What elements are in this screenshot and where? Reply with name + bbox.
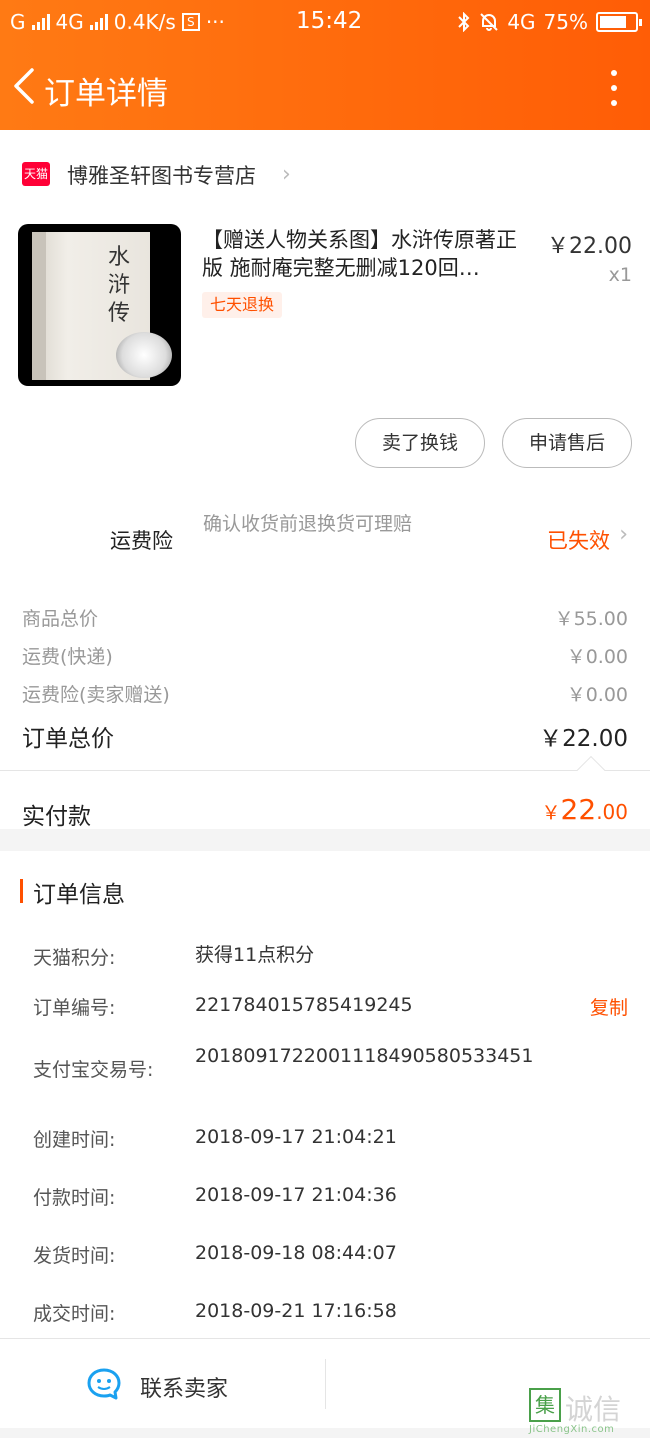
product-image[interactable]: 水浒传: [18, 224, 181, 386]
nav-bar: 订单详情: [0, 44, 650, 130]
info-label: 发货时间:: [33, 1245, 116, 1267]
status-right: 4G 75%: [457, 10, 642, 34]
paid-value: ￥22.00: [542, 793, 628, 826]
more-vertical-icon[interactable]: [608, 70, 620, 106]
product-price: ￥22.00: [547, 234, 632, 259]
chat-bubble-icon: [87, 1368, 121, 1400]
order-info-title: 订单信息: [33, 882, 125, 908]
info-value: 2018-09-17 21:04:21: [195, 1126, 397, 1148]
store-name: 博雅圣轩图书专营店: [67, 164, 256, 188]
clock: 15:42: [296, 8, 363, 34]
shipping-label: 运费(快递): [22, 646, 113, 668]
battery-percent: 75%: [543, 10, 588, 34]
info-label: 天猫积分:: [33, 947, 116, 969]
battery-icon: [596, 12, 642, 32]
chevron-right-icon[interactable]: ›: [619, 522, 628, 547]
shipping-insurance-row: 运费险(卖家赠送) ￥0.00: [22, 676, 628, 710]
shipping-insurance-value: ￥0.00: [566, 684, 628, 706]
network-label: 4G: [55, 10, 84, 34]
shipping-value: ￥0.00: [566, 646, 628, 668]
bluetooth-icon: [458, 12, 470, 32]
info-label: 创建时间:: [33, 1129, 116, 1151]
order-total-label: 订单总价: [22, 726, 114, 752]
info-label: 成交时间:: [33, 1303, 116, 1325]
status-bar: G 4G 0.4K/s S ··· 15:42 4G 75%: [0, 0, 650, 44]
goods-total-row: 商品总价 ￥55.00: [22, 600, 628, 634]
order-info-header: 订单信息: [0, 851, 650, 931]
watermark-text: 诚信: [565, 1393, 622, 1426]
goods-total-value: ￥55.00: [554, 608, 628, 630]
paid-currency: ￥: [541, 802, 561, 824]
speed-label: 0.4K/s: [113, 10, 176, 34]
paid-row: 实付款 ￥22.00: [0, 771, 650, 830]
store-row[interactable]: 天猫 博雅圣轩图书专营店 ›: [0, 152, 650, 196]
page-title: 订单详情: [44, 76, 168, 112]
shipping-insurance-label: 运费险(卖家赠送): [22, 684, 170, 706]
goods-total-label: 商品总价: [22, 608, 99, 630]
book-seal-decoration: [116, 332, 172, 378]
status-left: G 4G 0.4K/s S ···: [10, 10, 225, 34]
watermark-url: JiChengXin.com: [529, 1424, 615, 1435]
watermark-box: 集: [529, 1388, 561, 1422]
insurance-label: 运费险: [110, 529, 173, 553]
sell-button[interactable]: 卖了换钱: [355, 418, 485, 468]
more-dots: ···: [205, 10, 225, 34]
header: G 4G 0.4K/s S ··· 15:42 4G 75% 订单详情: [0, 0, 650, 130]
mute-bell-icon: [480, 13, 499, 31]
paid-decimal: .00: [596, 800, 628, 824]
paid-integer: 22: [560, 793, 597, 826]
insurance-description: 确认收货前退换货可理赔: [203, 513, 413, 535]
product-title[interactable]: 【赠送人物关系图】水浒传原著正版 施耐庵完整无删减120回…: [202, 226, 537, 282]
signal-icon: [31, 14, 50, 30]
bottom-divider: [325, 1359, 326, 1409]
info-value: 2018-09-17 21:04:36: [195, 1184, 397, 1206]
section-gap: [0, 829, 650, 851]
section-accent-bar: [20, 879, 23, 903]
product-quantity: x1: [608, 264, 632, 286]
paid-label: 实付款: [22, 804, 91, 830]
carrier-label: G: [10, 10, 26, 34]
book-cover-title: 水浒传: [108, 245, 131, 326]
aftersale-button[interactable]: 申请售后: [502, 418, 632, 468]
contact-seller-button[interactable]: 联系卖家: [0, 1339, 325, 1429]
order-total-row: 订单总价 ￥22.00: [22, 715, 628, 752]
insurance-status[interactable]: 已失效: [547, 525, 610, 555]
contact-seller-label: 联系卖家: [140, 1377, 229, 1402]
signal-icon-2: [89, 14, 108, 30]
order-total-value: ￥22.00: [539, 726, 628, 752]
copy-button[interactable]: 复制: [590, 993, 628, 1020]
tmall-icon: 天猫: [22, 162, 50, 186]
info-label: 付款时间:: [33, 1187, 116, 1209]
battery-fill: [600, 16, 626, 28]
info-value: 获得11点积分: [195, 944, 315, 966]
info-value: 2018-09-18 08:44:07: [195, 1242, 397, 1264]
book-spine: [32, 232, 46, 380]
info-value: 221784015785419245: [195, 994, 413, 1016]
shipping-row: 运费(快递) ￥0.00: [22, 638, 628, 672]
net-type-label: 4G: [507, 10, 536, 34]
info-value: 2018-09-21 17:16:58: [195, 1300, 397, 1322]
return-policy-badge: 七天退换: [202, 292, 283, 318]
info-value: 2018091722001118490580533451: [195, 1045, 534, 1067]
watermark-logo: 集 诚信 JiChengXin.com: [529, 1388, 644, 1436]
back-button[interactable]: [10, 66, 40, 106]
info-label: 订单编号:: [33, 997, 116, 1019]
chevron-right-icon: ›: [282, 162, 291, 187]
info-label: 支付宝交易号:: [33, 1059, 154, 1081]
s-badge-icon: S: [181, 13, 200, 31]
